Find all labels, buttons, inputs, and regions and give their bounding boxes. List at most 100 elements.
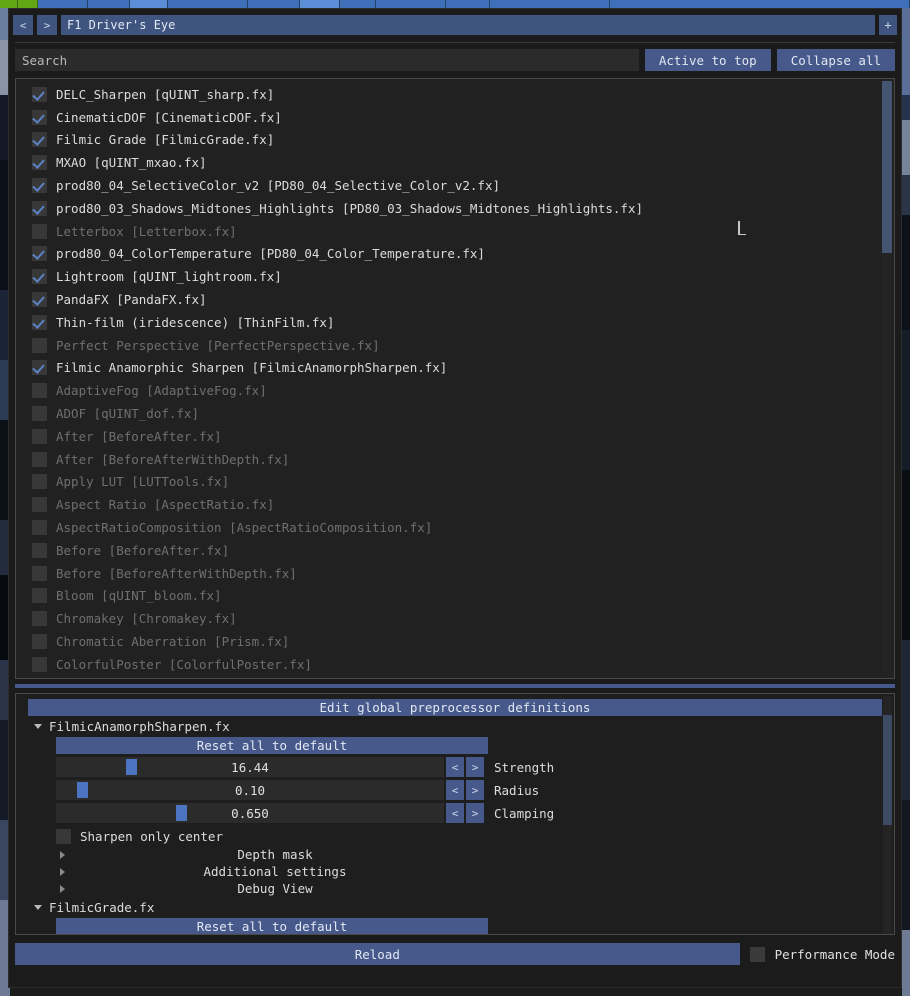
effect-row[interactable]: Before [BeforeAfter.fx] bbox=[16, 539, 894, 562]
checkbox-unchecked-icon[interactable] bbox=[32, 474, 47, 490]
panel-splitter[interactable] bbox=[15, 684, 895, 688]
active-to-top-button[interactable]: Active to top bbox=[644, 49, 771, 71]
checkbox-checked-icon[interactable] bbox=[32, 155, 47, 171]
tab-1[interactable] bbox=[18, 0, 38, 8]
effect-row[interactable]: ADOF [qUINT_dof.fx] bbox=[16, 402, 894, 425]
effect-label: After [BeforeAfterWithDepth.fx] bbox=[56, 451, 290, 467]
settings-group-header-filmicgrade[interactable]: FilmicGrade.fx bbox=[16, 897, 894, 917]
checkbox-checked-icon[interactable] bbox=[32, 200, 47, 216]
checkbox-unchecked-icon[interactable] bbox=[32, 520, 47, 536]
tab-7[interactable] bbox=[300, 0, 340, 8]
tab-9[interactable] bbox=[376, 0, 446, 8]
checkbox-checked-icon[interactable] bbox=[32, 246, 47, 262]
effect-row[interactable]: Filmic Anamorphic Sharpen [FilmicAnamorp… bbox=[16, 357, 894, 380]
subsection-debug-view[interactable]: Debug View bbox=[60, 880, 894, 897]
effect-row[interactable]: After [BeforeAfterWithDepth.fx] bbox=[16, 448, 894, 471]
effect-row[interactable]: Aspect Ratio [AspectRatio.fx] bbox=[16, 493, 894, 516]
effect-row[interactable]: AspectRatioComposition [AspectRatioCompo… bbox=[16, 516, 894, 539]
preset-prev-button[interactable]: < bbox=[13, 15, 33, 35]
checkbox-performance-mode[interactable] bbox=[749, 946, 765, 962]
checkbox-unchecked-icon[interactable] bbox=[32, 634, 47, 650]
tab-strip[interactable] bbox=[0, 0, 910, 8]
tab-10[interactable] bbox=[446, 0, 490, 8]
effect-row[interactable]: PandaFX [PandaFX.fx] bbox=[16, 288, 894, 311]
settings-scrollbar-thumb[interactable] bbox=[883, 715, 892, 825]
collapse-all-button[interactable]: Collapse all bbox=[776, 49, 895, 71]
effect-row[interactable]: Perfect Perspective [PerfectPerspective.… bbox=[16, 334, 894, 357]
reset-all-to-default-button-2[interactable]: Reset all to default bbox=[56, 918, 488, 934]
tab-4[interactable] bbox=[130, 0, 168, 8]
checkbox-unchecked-icon[interactable] bbox=[32, 565, 47, 581]
preset-path-field[interactable]: F1 Driver's Eye bbox=[61, 15, 875, 35]
checkbox-checked-icon[interactable] bbox=[32, 314, 47, 330]
tab-8[interactable] bbox=[340, 0, 376, 8]
tab-12[interactable] bbox=[610, 0, 910, 8]
effect-row[interactable]: prod80_03_Shadows_Midtones_Highlights [P… bbox=[16, 197, 894, 220]
reload-button[interactable]: Reload bbox=[15, 943, 740, 965]
effect-row[interactable]: Thin-film (iridescence) [ThinFilm.fx] bbox=[16, 311, 894, 334]
preset-add-button[interactable]: + bbox=[879, 15, 897, 35]
slider-track-radius[interactable]: 0.10 bbox=[56, 780, 444, 800]
effect-row[interactable]: Apply LUT [LUTTools.fx] bbox=[16, 471, 894, 494]
settings-group-header-filmicanamorphsharpen[interactable]: FilmicAnamorphSharpen.fx bbox=[16, 716, 894, 736]
effect-row[interactable]: Letterbox [Letterbox.fx] bbox=[16, 220, 894, 243]
slider-decrement-clamping[interactable]: < bbox=[446, 803, 464, 823]
checkbox-checked-icon[interactable] bbox=[32, 269, 47, 285]
slider-track-clamping[interactable]: 0.650 bbox=[56, 803, 444, 823]
checkbox-unchecked-icon[interactable] bbox=[32, 406, 47, 422]
preset-next-button[interactable]: > bbox=[37, 15, 57, 35]
slider-increment-radius[interactable]: > bbox=[466, 780, 484, 800]
checkbox-unchecked-icon[interactable] bbox=[32, 588, 47, 604]
checkbox-row-sharpen-only-center[interactable]: Sharpen only center bbox=[56, 826, 894, 846]
checkbox-sharpen-only-center[interactable] bbox=[56, 828, 71, 844]
checkbox-unchecked-icon[interactable] bbox=[32, 223, 47, 239]
checkbox-unchecked-icon[interactable] bbox=[32, 497, 47, 513]
effect-row[interactable]: After [BeforeAfter.fx] bbox=[16, 425, 894, 448]
checkbox-unchecked-icon[interactable] bbox=[32, 428, 47, 444]
effect-row[interactable]: Filmic Grade [FilmicGrade.fx] bbox=[16, 129, 894, 152]
tab-6[interactable] bbox=[248, 0, 300, 8]
checkbox-checked-icon[interactable] bbox=[32, 360, 47, 376]
checkbox-unchecked-icon[interactable] bbox=[32, 383, 47, 399]
effect-row[interactable]: Lightroom [qUINT_lightroom.fx] bbox=[16, 265, 894, 288]
effect-row[interactable]: DELC_Sharpen [qUINT_sharp.fx] bbox=[16, 83, 894, 106]
checkbox-unchecked-icon[interactable] bbox=[32, 451, 47, 467]
settings-scrollbar[interactable] bbox=[883, 696, 892, 934]
reset-all-to-default-button-1[interactable]: Reset all to default bbox=[56, 737, 488, 754]
effects-scrollbar[interactable] bbox=[882, 81, 892, 678]
slider-decrement-strength[interactable]: < bbox=[446, 757, 464, 777]
effect-row[interactable]: prod80_04_SelectiveColor_v2 [PD80_04_Sel… bbox=[16, 174, 894, 197]
effect-row[interactable]: Chromatic Aberration [Prism.fx] bbox=[16, 630, 894, 653]
effect-row[interactable]: MXAO [qUINT_mxao.fx] bbox=[16, 151, 894, 174]
checkbox-checked-icon[interactable] bbox=[32, 132, 47, 148]
tab-0[interactable] bbox=[0, 0, 18, 8]
tab-3[interactable] bbox=[88, 0, 130, 8]
subsection-depth-mask[interactable]: Depth mask bbox=[60, 846, 894, 863]
effect-row[interactable]: prod80_04_ColorTemperature [PD80_04_Colo… bbox=[16, 243, 894, 266]
effect-row[interactable]: Before [BeforeAfterWithDepth.fx] bbox=[16, 562, 894, 585]
effects-scrollbar-thumb[interactable] bbox=[882, 81, 892, 253]
checkbox-unchecked-icon[interactable] bbox=[32, 656, 47, 672]
checkbox-unchecked-icon[interactable] bbox=[32, 337, 47, 353]
slider-increment-clamping[interactable]: > bbox=[466, 803, 484, 823]
checkbox-checked-icon[interactable] bbox=[32, 109, 47, 125]
search-input[interactable] bbox=[15, 49, 639, 71]
effect-row[interactable]: AdaptiveFog [AdaptiveFog.fx] bbox=[16, 379, 894, 402]
checkbox-unchecked-icon[interactable] bbox=[32, 542, 47, 558]
checkbox-unchecked-icon[interactable] bbox=[32, 611, 47, 627]
checkbox-checked-icon[interactable] bbox=[32, 178, 47, 194]
effect-row[interactable]: ColorfulPoster [ColorfulPoster.fx] bbox=[16, 653, 894, 676]
checkbox-checked-icon[interactable] bbox=[32, 86, 47, 102]
effect-row[interactable]: CinematicDOF [CinematicDOF.fx] bbox=[16, 106, 894, 129]
effect-row[interactable]: Bloom [qUINT_bloom.fx] bbox=[16, 585, 894, 608]
edit-global-preprocessor-definitions-button[interactable]: Edit global preprocessor definitions bbox=[28, 699, 882, 716]
slider-decrement-radius[interactable]: < bbox=[446, 780, 464, 800]
tab-11[interactable] bbox=[490, 0, 610, 8]
tab-5[interactable] bbox=[168, 0, 248, 8]
checkbox-checked-icon[interactable] bbox=[32, 292, 47, 308]
tab-2[interactable] bbox=[38, 0, 88, 8]
slider-track-strength[interactable]: 16.44 bbox=[56, 757, 444, 777]
subsection-additional-settings[interactable]: Additional settings bbox=[60, 863, 894, 880]
effect-row[interactable]: Chromakey [Chromakey.fx] bbox=[16, 607, 894, 630]
slider-increment-strength[interactable]: > bbox=[466, 757, 484, 777]
